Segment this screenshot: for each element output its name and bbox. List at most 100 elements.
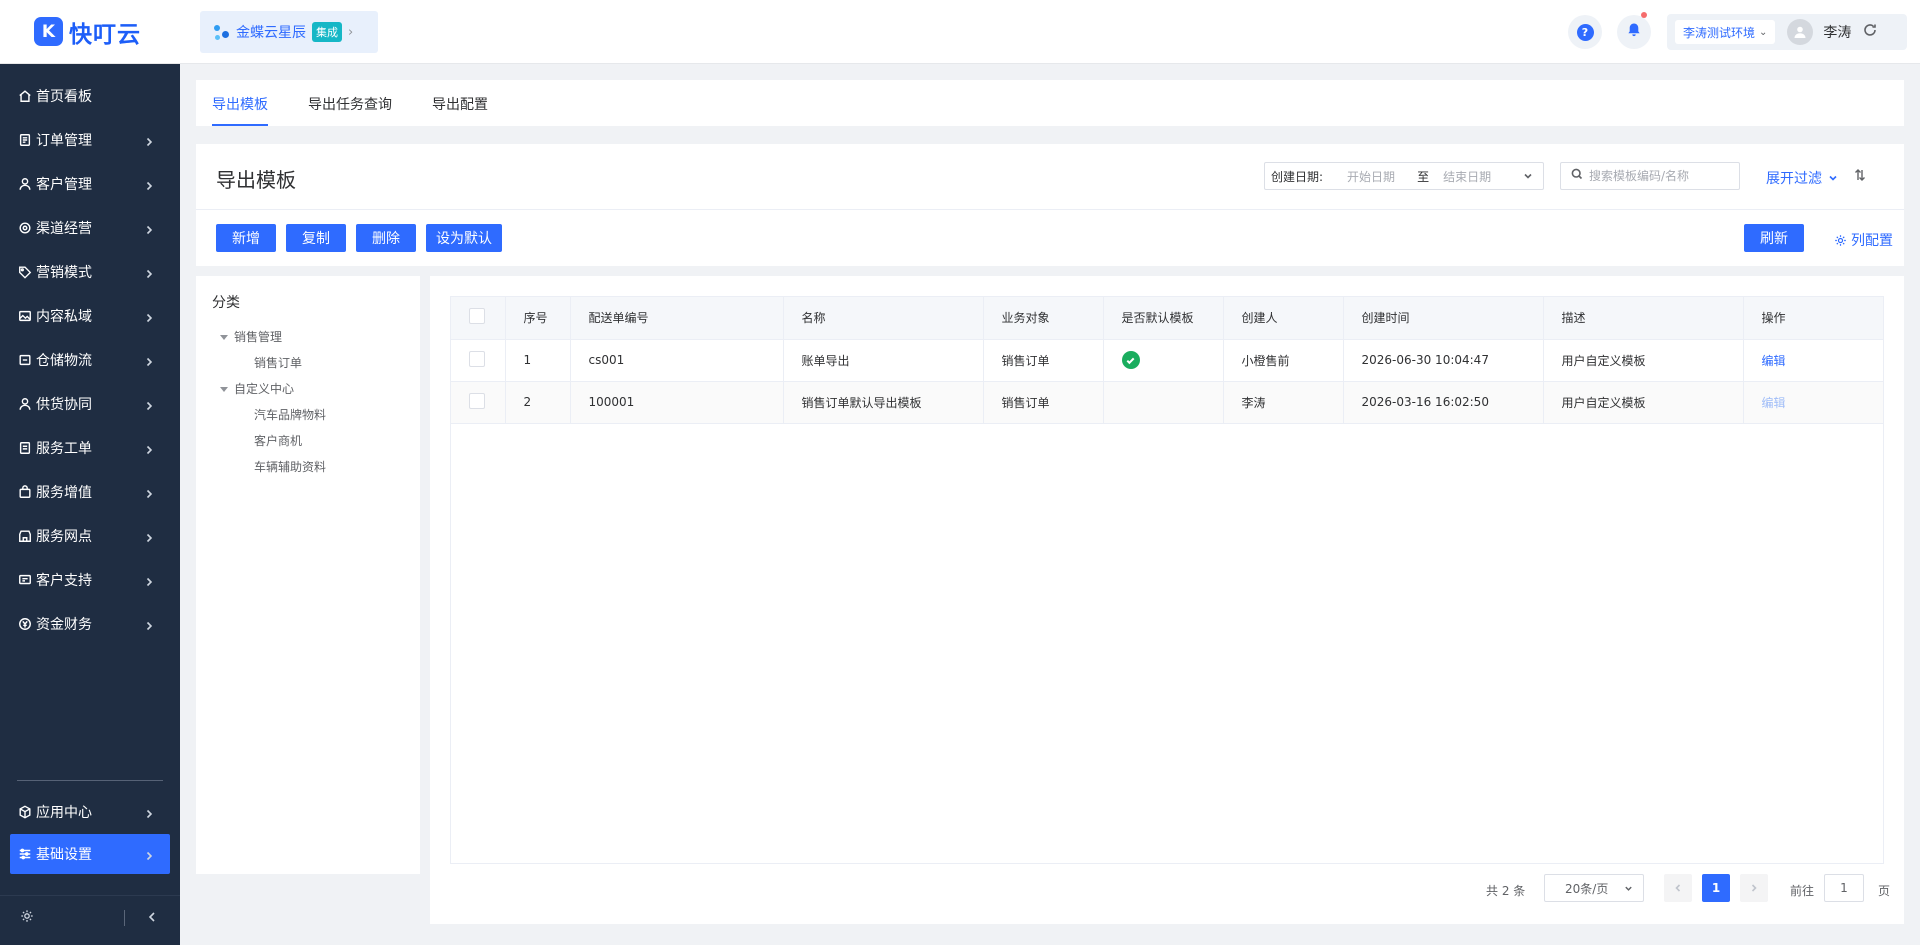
date-separator: 至 xyxy=(1417,169,1430,184)
cell-code: cs001 xyxy=(570,339,784,382)
next-page-button[interactable] xyxy=(1740,874,1768,902)
copy-button[interactable]: 复制 xyxy=(286,224,346,252)
tab-export-task-query[interactable]: 导出任务查询 xyxy=(308,94,392,126)
table-row[interactable]: 1 cs001 账单导出 销售订单 小橙售前 2026-06-30 10:04:… xyxy=(451,339,1883,382)
footer-separator xyxy=(124,910,125,926)
page-1-button[interactable]: 1 xyxy=(1702,874,1730,902)
tab-export-template[interactable]: 导出模板 xyxy=(212,94,268,126)
tree-leaf-vehicle-aux[interactable]: 车辆辅助资料 xyxy=(254,458,326,475)
pagination-total: 共 2 条 xyxy=(1486,884,1526,898)
sidebar-item-8[interactable]: 服务工单 xyxy=(0,426,180,470)
col-header-name: 名称 xyxy=(783,297,984,340)
sidebar-item-label: 应用中心 xyxy=(36,805,92,821)
sort-icon[interactable] xyxy=(1854,168,1866,186)
select-all-checkbox[interactable] xyxy=(469,308,485,325)
warehouse-icon xyxy=(17,352,33,368)
col-header-creator: 创建人 xyxy=(1223,297,1344,340)
environment-select[interactable]: 李涛测试环境 ⌄ xyxy=(1675,20,1776,44)
column-config-label: 列配置 xyxy=(1851,233,1893,249)
cell-is-default xyxy=(1103,381,1224,424)
chevron-right-icon xyxy=(144,311,154,323)
sidebar-item-12[interactable]: 资金财务 xyxy=(0,602,180,646)
row-checkbox-cell[interactable] xyxy=(451,339,506,382)
edit-link[interactable]: 编辑 xyxy=(1762,396,1786,410)
sidebar-item-1[interactable]: 订单管理 xyxy=(0,118,180,162)
sidebar-item-3[interactable]: 渠道经营 xyxy=(0,206,180,250)
logo-text: 快叮云 xyxy=(69,21,141,48)
prev-page-button[interactable] xyxy=(1664,874,1692,902)
cell-creator: 李涛 xyxy=(1223,381,1344,424)
table-header-row: 序号 配送单编号 名称 业务对象 是否默认模板 创建人 创建时间 描述 操作 xyxy=(451,297,1883,340)
integration-pill[interactable]: 金蝶云星辰 集成 › xyxy=(200,11,378,53)
image-icon xyxy=(17,308,33,324)
cell-creator: 小橙售前 xyxy=(1223,339,1344,382)
edit-link[interactable]: 编辑 xyxy=(1762,354,1786,368)
sidebar-item-bottom-1[interactable]: 基础设置 xyxy=(10,834,170,874)
expand-filter-button[interactable]: 展开过滤 xyxy=(1766,168,1838,188)
chevron-right-icon xyxy=(144,531,154,543)
table-panel: 序号 配送单编号 名称 业务对象 是否默认模板 创建人 创建时间 描述 操作 1… xyxy=(430,276,1904,924)
sidebar-item-2[interactable]: 客户管理 xyxy=(0,162,180,206)
integration-logo-icon xyxy=(212,22,232,42)
cell-index: 1 xyxy=(505,339,571,382)
tree-node-sales[interactable]: 销售管理 xyxy=(220,328,282,345)
sidebar-item-6[interactable]: 仓储物流 xyxy=(0,338,180,382)
cell-desc: 用户自定义模板 xyxy=(1543,381,1744,424)
sidebar-item-4[interactable]: 营销模式 xyxy=(0,250,180,294)
notification-button[interactable] xyxy=(1617,12,1651,49)
page-size-select[interactable]: 20条/页 xyxy=(1544,874,1644,902)
bell-icon xyxy=(1626,22,1642,42)
chevron-right-icon xyxy=(144,179,154,191)
sidebar-item-7[interactable]: 供货协同 xyxy=(0,382,180,426)
select-all-checkbox-cell[interactable] xyxy=(451,297,506,340)
tree-leaf-car-brand[interactable]: 汽车品牌物料 xyxy=(254,406,326,423)
avatar[interactable] xyxy=(1787,19,1814,45)
user-name[interactable]: 李涛 xyxy=(1823,22,1851,42)
table-row[interactable]: 2 100001 销售订单默认导出模板 销售订单 李涛 2026-03-16 1… xyxy=(451,381,1883,424)
tree-node-custom-center[interactable]: 自定义中心 xyxy=(220,380,294,397)
refresh-icon[interactable] xyxy=(1863,23,1877,41)
end-date-input[interactable]: 结束日期 xyxy=(1443,168,1491,185)
sidebar-item-9[interactable]: 服务增值 xyxy=(0,470,180,514)
cell-name: 账单导出 xyxy=(783,339,984,382)
check-circle-icon xyxy=(1121,351,1140,369)
row-checkbox[interactable] xyxy=(469,350,485,367)
search-box xyxy=(1560,162,1740,190)
cell-object: 销售订单 xyxy=(983,339,1104,382)
refresh-button[interactable]: 刷新 xyxy=(1744,224,1804,252)
help-button[interactable]: ? xyxy=(1568,15,1602,49)
date-range-picker[interactable]: 创建日期: 开始日期 至 结束日期 xyxy=(1264,162,1544,190)
tree-leaf-sales-order[interactable]: 销售订单 xyxy=(254,354,302,371)
sidebar-item-0[interactable]: 首页看板 xyxy=(0,74,180,118)
tree-leaf-customer-opportunity[interactable]: 客户商机 xyxy=(254,432,302,449)
cell-desc: 用户自定义模板 xyxy=(1543,339,1744,382)
col-header-created: 创建时间 xyxy=(1343,297,1544,340)
tag-icon xyxy=(17,264,33,280)
sidebar-item-11[interactable]: 客户支持 xyxy=(0,558,180,602)
set-default-button[interactable]: 设为默认 xyxy=(426,224,502,252)
sidebar-item-label: 服务增值 xyxy=(36,485,92,501)
category-title: 分类 xyxy=(212,295,240,311)
col-header-is-default: 是否默认模板 xyxy=(1103,297,1224,340)
sidebar-nav: 首页看板 订单管理 客户管理 渠道经营 营销模式 内容私域 仓储物流 供货协同 服务工单服务增值… xyxy=(0,64,180,646)
goto-page-input[interactable] xyxy=(1824,874,1864,902)
tab-export-config[interactable]: 导出配置 xyxy=(432,94,488,126)
row-checkbox-cell[interactable] xyxy=(451,381,506,424)
gear-icon[interactable] xyxy=(20,909,34,927)
integration-badge: 集成 xyxy=(312,22,342,42)
start-date-input[interactable]: 开始日期 xyxy=(1347,168,1395,185)
delete-button[interactable]: 删除 xyxy=(356,224,416,252)
row-checkbox[interactable] xyxy=(469,392,485,409)
add-button[interactable]: 新增 xyxy=(216,224,276,252)
sidebar-item-5[interactable]: 内容私域 xyxy=(0,294,180,338)
sidebar-item-label: 服务网点 xyxy=(36,529,92,545)
column-config-button[interactable]: 列配置 xyxy=(1834,230,1893,250)
environment-label: 李涛测试环境 xyxy=(1683,25,1756,40)
sidebar-item-10[interactable]: 服务网点 xyxy=(0,514,180,558)
logo[interactable]: K 快叮云 xyxy=(0,0,180,64)
collapse-sidebar-icon[interactable] xyxy=(146,911,158,927)
sidebar-item-bottom-0[interactable]: 应用中心 xyxy=(0,790,180,834)
search-input[interactable] xyxy=(1589,169,1729,183)
settings-sliders-icon xyxy=(17,846,33,862)
home-icon xyxy=(17,88,33,104)
